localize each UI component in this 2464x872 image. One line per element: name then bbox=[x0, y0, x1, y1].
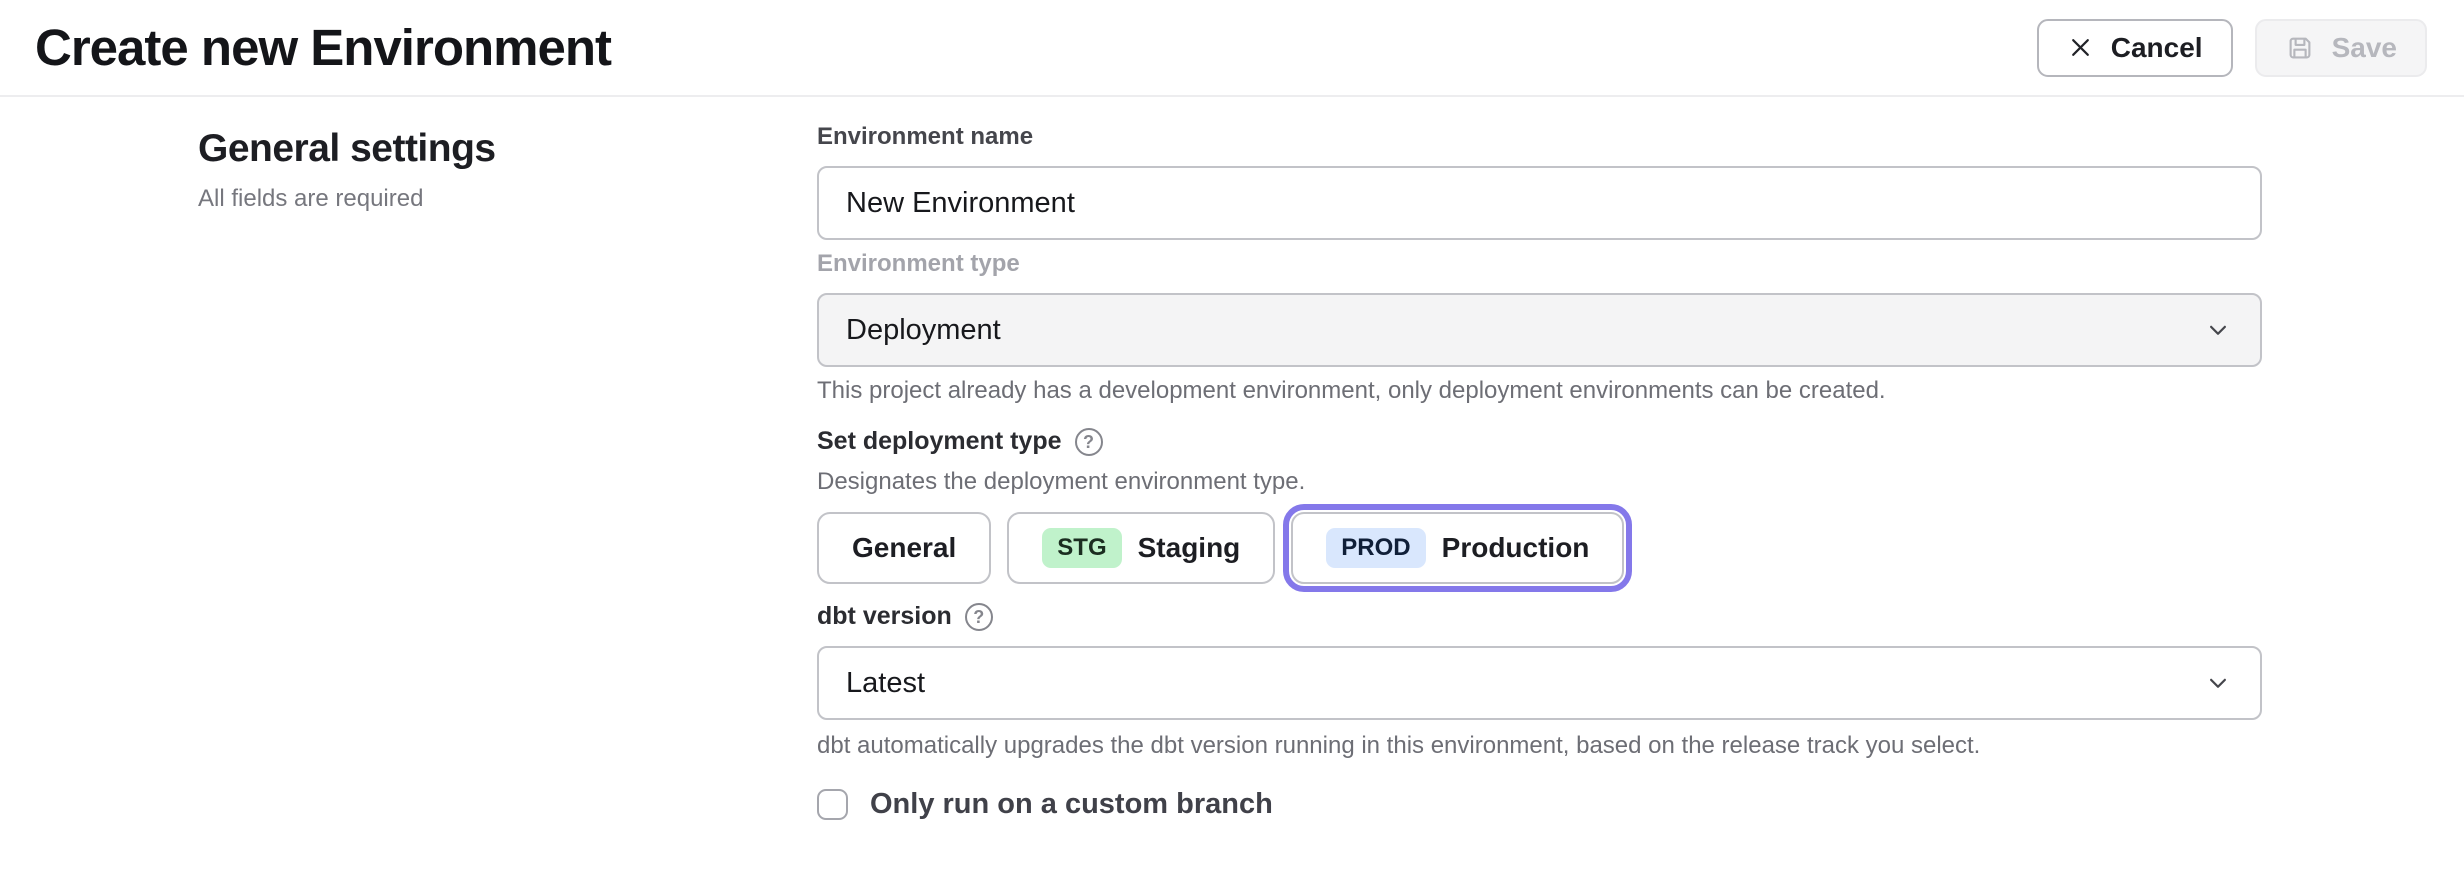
production-badge: PROD bbox=[1326, 528, 1425, 568]
deployment-type-production-button[interactable]: PROD Production bbox=[1291, 512, 1624, 584]
environment-form: Environment name Environment type Deploy… bbox=[817, 97, 2262, 821]
help-icon[interactable]: ? bbox=[1075, 428, 1103, 456]
chevron-down-icon bbox=[2203, 668, 2233, 698]
deployment-type-general-label: General bbox=[852, 532, 956, 564]
create-environment-page: Create new Environment Cancel bbox=[0, 0, 2464, 821]
cancel-button[interactable]: Cancel bbox=[2037, 19, 2233, 77]
environment-type-label: Environment type bbox=[817, 250, 1020, 278]
chevron-down-icon bbox=[2203, 315, 2233, 345]
environment-type-select[interactable]: Deployment bbox=[817, 293, 2262, 367]
custom-branch-label: Only run on a custom branch bbox=[870, 788, 1273, 821]
section-subtitle: All fields are required bbox=[198, 185, 817, 213]
deployment-type-staging-label: Staging bbox=[1138, 532, 1241, 564]
dbt-version-value: Latest bbox=[846, 667, 925, 700]
dbt-version-label: dbt version bbox=[817, 602, 952, 631]
dbt-version-select[interactable]: Latest bbox=[817, 646, 2262, 720]
main-content: General settings All fields are required… bbox=[0, 97, 2464, 821]
environment-name-input[interactable] bbox=[817, 166, 2262, 240]
dbt-version-label-row: dbt version ? bbox=[817, 602, 2262, 631]
deployment-type-label: Set deployment type bbox=[817, 427, 1062, 456]
environment-type-value: Deployment bbox=[846, 314, 1001, 347]
environment-name-label: Environment name bbox=[817, 123, 1033, 151]
deployment-type-staging-button[interactable]: STG Staging bbox=[1007, 512, 1275, 584]
header-actions: Cancel Save bbox=[2037, 19, 2427, 77]
staging-badge: STG bbox=[1042, 528, 1121, 568]
deployment-type-general-button[interactable]: General bbox=[817, 512, 991, 584]
cancel-button-label: Cancel bbox=[2111, 32, 2203, 64]
page-title: Create new Environment bbox=[35, 18, 611, 77]
save-button[interactable]: Save bbox=[2255, 19, 2427, 77]
custom-branch-checkbox[interactable] bbox=[817, 789, 848, 820]
save-button-label: Save bbox=[2332, 32, 2397, 64]
general-settings-section-intro: General settings All fields are required bbox=[0, 97, 817, 821]
deployment-type-options: General STG Staging PROD Production bbox=[817, 512, 2262, 584]
environment-type-group: Environment type Deployment This project… bbox=[817, 250, 2262, 405]
deployment-type-group: Set deployment type ? Designates the dep… bbox=[817, 427, 2262, 584]
dbt-version-helper: dbt automatically upgrades the dbt versi… bbox=[817, 732, 2262, 760]
deployment-type-production-label: Production bbox=[1442, 532, 1590, 564]
environment-name-group: Environment name bbox=[817, 123, 2262, 240]
custom-branch-row: Only run on a custom branch bbox=[817, 788, 2262, 821]
deployment-type-helper: Designates the deployment environment ty… bbox=[817, 468, 2262, 496]
save-icon bbox=[2285, 33, 2315, 63]
deployment-type-label-row: Set deployment type ? bbox=[817, 427, 2262, 456]
environment-type-helper: This project already has a development e… bbox=[817, 377, 2262, 405]
section-title: General settings bbox=[198, 127, 817, 171]
help-icon[interactable]: ? bbox=[965, 603, 993, 631]
page-header: Create new Environment Cancel bbox=[0, 0, 2464, 97]
dbt-version-group: dbt version ? Latest dbt automatically u… bbox=[817, 602, 2262, 760]
close-icon bbox=[2067, 34, 2094, 61]
